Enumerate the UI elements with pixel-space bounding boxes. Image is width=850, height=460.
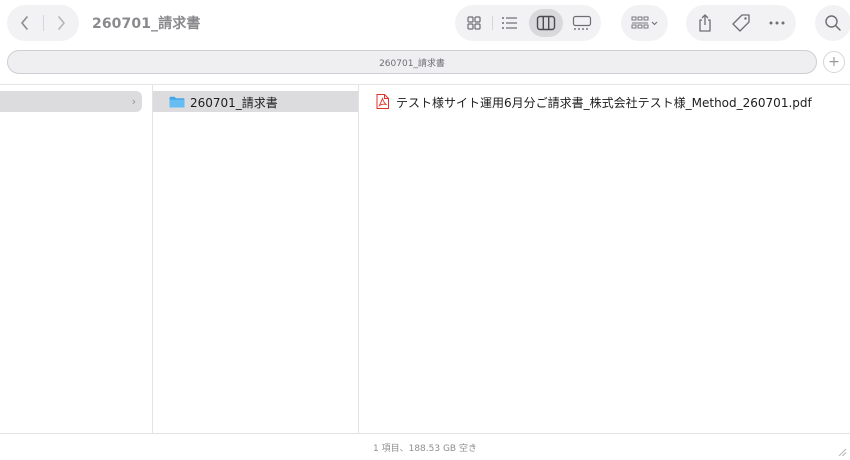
search-icon (825, 15, 841, 31)
more-button[interactable] (762, 9, 792, 37)
tab-bar[interactable]: 260701_請求書 (7, 50, 817, 74)
folder-name: 260701_請求書 (190, 96, 278, 110)
column-1[interactable]: › (0, 85, 152, 433)
gallery-view-button[interactable] (565, 9, 599, 37)
share-button[interactable] (690, 9, 720, 37)
selected-parent-row[interactable]: › (0, 91, 142, 112)
gallery-icon (572, 15, 592, 30)
tab-title: 260701_請求書 (379, 58, 445, 69)
columns-icon (536, 15, 556, 31)
list-view-button[interactable] (493, 9, 527, 37)
folder-icon (169, 96, 185, 108)
plus-icon: + (828, 54, 840, 70)
status-text: 1 項目、188.53 GB 空き (373, 443, 477, 454)
add-tab-button[interactable]: + (823, 51, 845, 73)
more-icon (769, 21, 785, 25)
pdf-icon (376, 94, 389, 109)
column-3[interactable]: テスト様サイト運用6月分ご請求書_株式会社テスト様_Method_260701.… (359, 85, 850, 433)
view-switcher (455, 5, 601, 41)
file-name: テスト様サイト運用6月分ご請求書_株式会社テスト様_Method_260701.… (396, 96, 812, 110)
actions-group (686, 5, 796, 41)
forward-button[interactable] (43, 5, 79, 41)
navigation-group (7, 5, 79, 41)
icon-view-button[interactable] (457, 9, 491, 37)
search-button[interactable] (815, 5, 850, 41)
toolbar: 260701_請求書 (0, 0, 850, 46)
window-title: 260701_請求書 (92, 16, 201, 32)
chevron-left-icon (21, 16, 28, 30)
group-by-button[interactable] (621, 5, 668, 41)
tag-icon (732, 14, 750, 32)
list-icon (502, 17, 517, 29)
chevron-right-icon (58, 16, 65, 30)
group-by-icon (631, 16, 658, 29)
status-bar: 1 項目、188.53 GB 空き (0, 433, 850, 460)
search-control[interactable] (815, 5, 850, 41)
file-row[interactable]: テスト様サイト運用6月分ご請求書_株式会社テスト様_Method_260701.… (359, 91, 850, 112)
column-view-button[interactable] (529, 9, 563, 37)
grid-icon (467, 16, 481, 30)
column-2[interactable]: 260701_請求書 (153, 85, 358, 433)
group-by-control[interactable] (626, 9, 664, 37)
chevron-right-icon: › (131, 95, 136, 108)
folder-row[interactable]: 260701_請求書 (153, 91, 358, 112)
resize-grip-icon[interactable] (837, 447, 847, 457)
tag-button[interactable] (726, 9, 756, 37)
back-button[interactable] (7, 5, 43, 41)
share-icon (699, 14, 711, 32)
